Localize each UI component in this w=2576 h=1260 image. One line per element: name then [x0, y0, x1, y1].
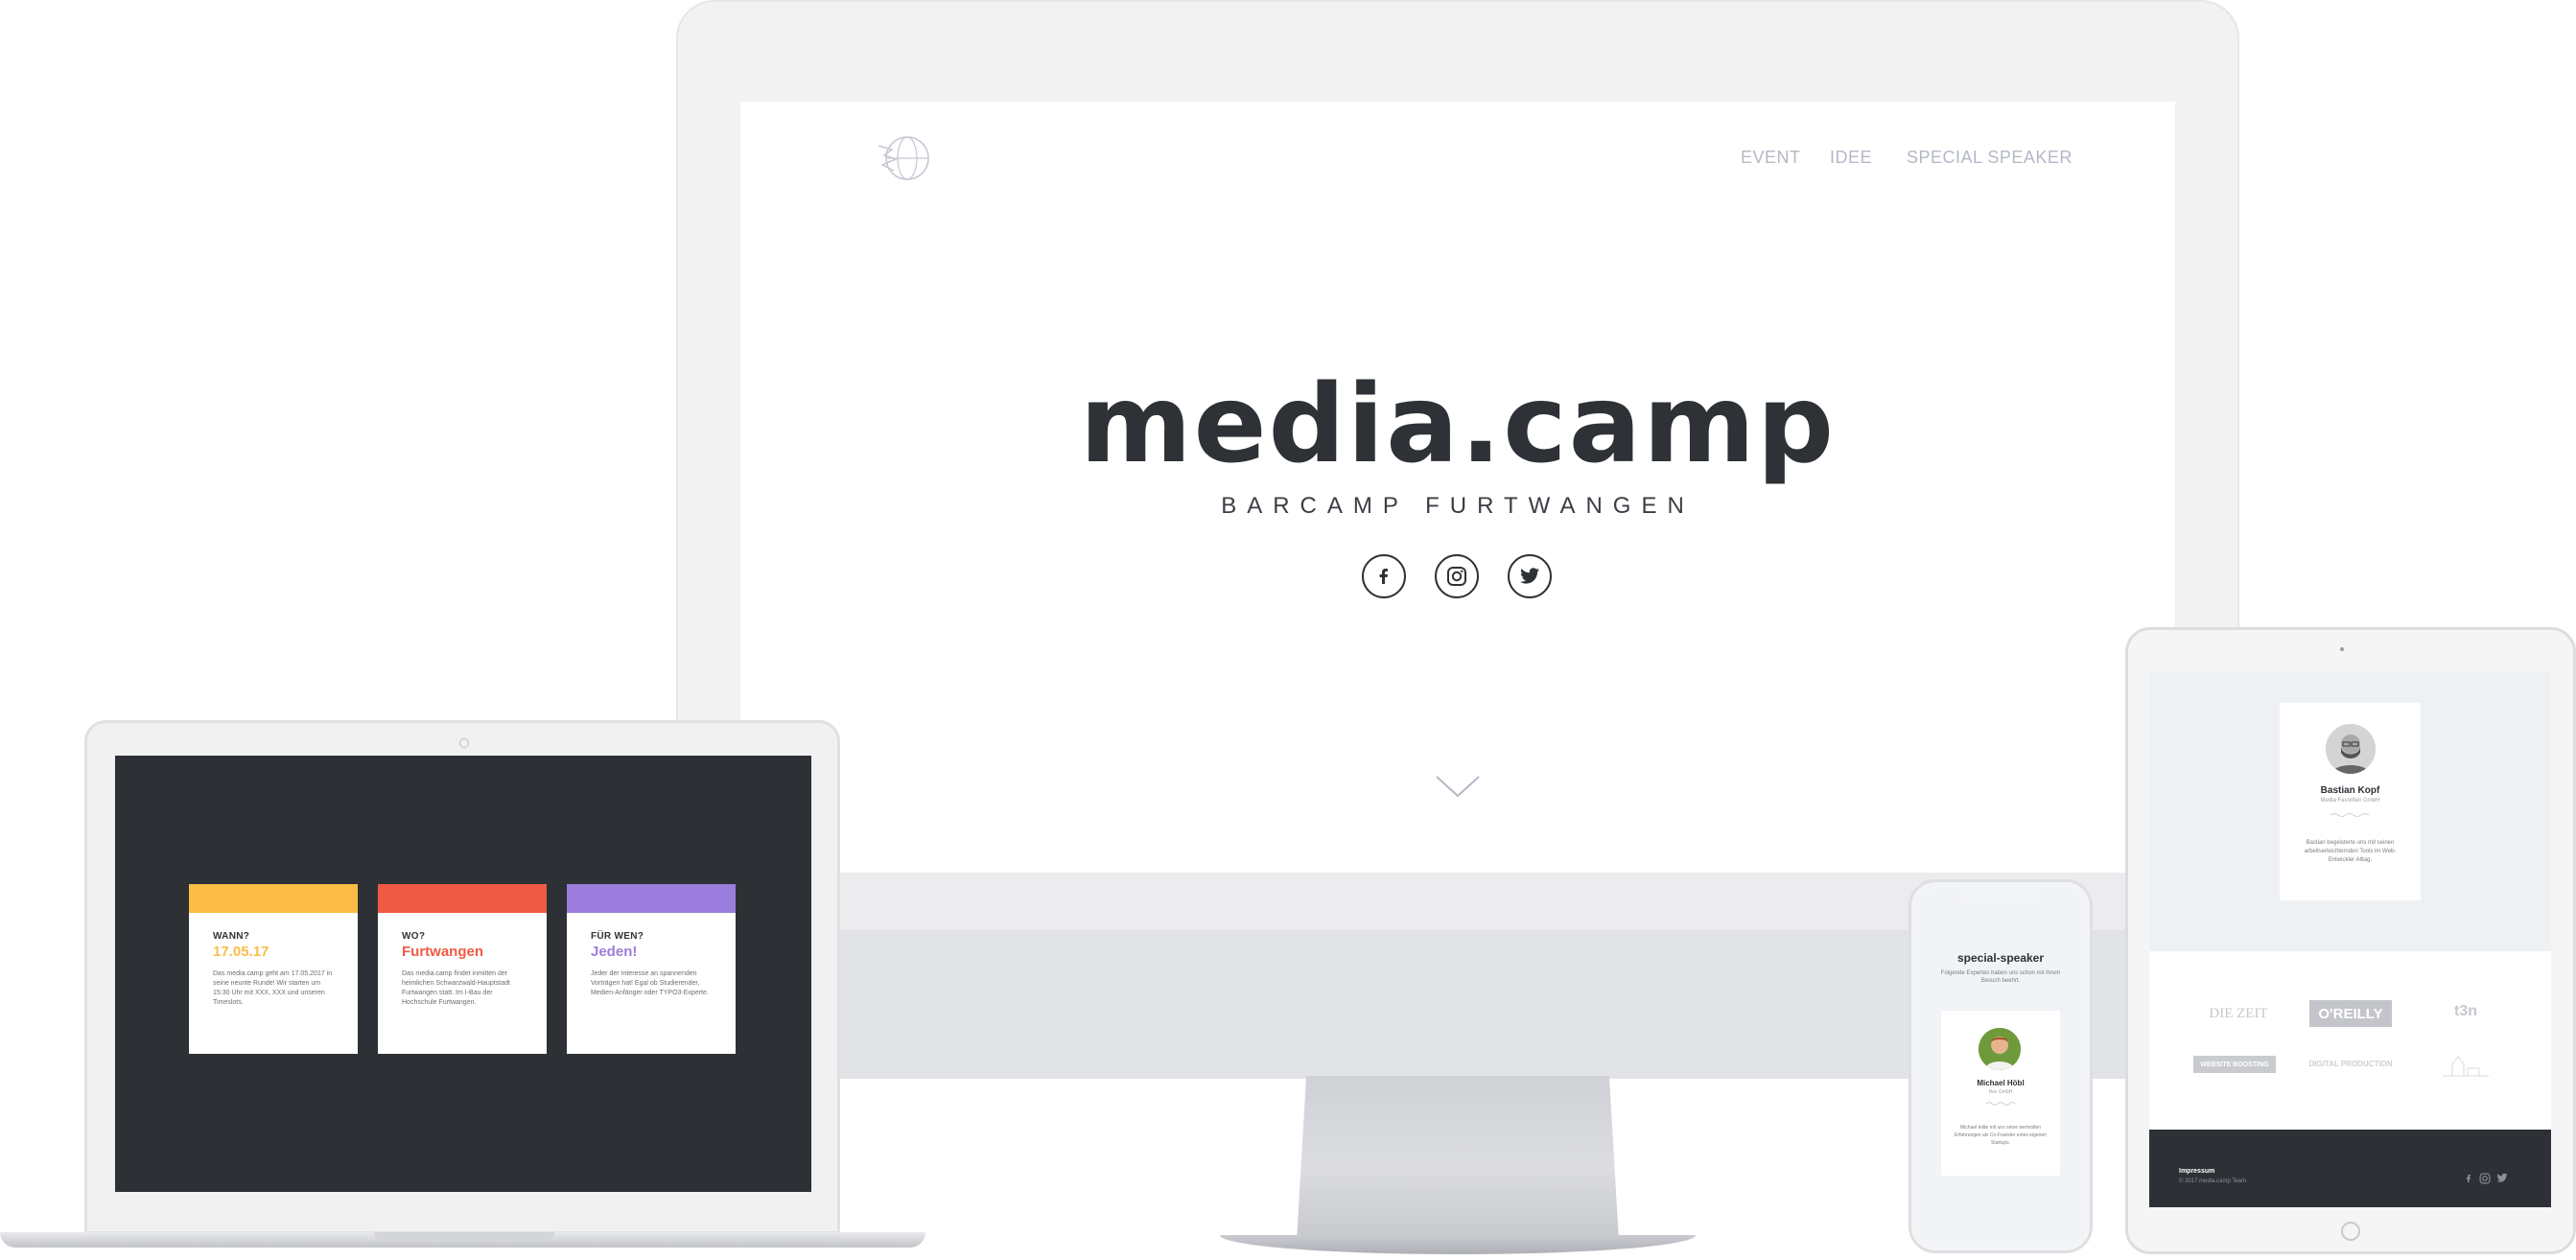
instagram-icon[interactable]: [2479, 1173, 2491, 1184]
wave-divider-icon: [1986, 1102, 2015, 1106]
scroll-down-link[interactable]: [1435, 775, 1481, 798]
tablet-camera: [2340, 647, 2344, 651]
person-photo-icon: [1979, 1028, 2021, 1070]
partner-logo-oreilly[interactable]: O'REILLY: [2309, 1000, 2392, 1027]
phone-notch: [1961, 890, 2040, 903]
speaker-role: Rex GmbH: [1988, 1089, 2013, 1095]
card-value: Jeden!: [591, 944, 638, 960]
nav-special-speaker[interactable]: SPECIAL SPEAKER: [1907, 148, 2073, 168]
speaker-avatar: [1979, 1028, 2021, 1070]
monitor-stand: [1297, 1076, 1619, 1241]
card-color-band: [567, 884, 736, 913]
monitor-stand-foot: [1220, 1235, 1696, 1254]
partner-logo-text: O'REILLY: [2318, 1005, 2383, 1022]
monitor-screen: [740, 102, 2175, 873]
nav-idea[interactable]: IDEE: [1830, 148, 1872, 168]
speaker-bio: Bastian begeisterte uns mit seinen arbei…: [2304, 840, 2397, 863]
facebook-icon: [1379, 569, 1388, 584]
speaker-card[interactable]: Michael Höbl Rex GmbH Michael teilte mit…: [1941, 1011, 2060, 1176]
footer-imprint-link[interactable]: Impressum: [2179, 1168, 2214, 1175]
card-text: Jeder der Interesse an spannenden Vorträ…: [591, 970, 709, 996]
card-label: WANN?: [213, 931, 250, 942]
card-text: Das media.camp geht am 17.05.2017 in sei…: [213, 970, 333, 1006]
card-label: WO?: [402, 931, 426, 942]
twitter-link[interactable]: [1508, 554, 1552, 598]
twitter-icon: [1520, 568, 1539, 584]
speaker-name: Michael Höbl: [1977, 1079, 2025, 1087]
info-card-where: WO? Furtwangen Das media.camp findet inm…: [378, 884, 547, 1054]
phone-section-intro: Folgende Experten haben uns schon mit ih…: [1940, 970, 2061, 984]
partner-logo-website-boosting[interactable]: WEBSITE BOOSTING: [2193, 1056, 2276, 1073]
facebook-link[interactable]: [1362, 554, 1406, 598]
partner-logo-zeit[interactable]: DIE ZEIT: [2190, 1006, 2286, 1022]
site-logo[interactable]: [875, 132, 932, 184]
partner-logo-text: WEBSITE BOOSTING: [2200, 1061, 2269, 1068]
partner-logo-t3n[interactable]: t3n: [2442, 1003, 2490, 1020]
info-card-when: WANN? 17.05.17 Das media.camp geht am 17…: [189, 884, 358, 1054]
card-color-band: [189, 884, 358, 913]
instagram-link[interactable]: [1435, 554, 1479, 598]
laptop-camera: [459, 738, 469, 748]
laptop-notch: [374, 1232, 554, 1240]
footer-copyright: © 2017 media.camp Team: [2179, 1178, 2247, 1184]
speaker-name: Bastian Kopf: [2320, 785, 2380, 796]
partner-logo-digital-production[interactable]: DIGITAL PRODUCTION: [2298, 1060, 2403, 1068]
wave-divider-icon: [2330, 813, 2369, 817]
speaker-role: Media Favoriten GmbH: [2320, 798, 2380, 804]
speaker-card[interactable]: Bastian Kopf Media Favoriten GmbH Bastia…: [2280, 703, 2421, 900]
info-card-for-whom: FÜR WEN? Jeden! Jeder der Interesse an s…: [567, 884, 736, 1054]
twitter-icon[interactable]: [2496, 1173, 2508, 1183]
card-text: Das media.camp findet inmitten der heiml…: [402, 970, 510, 1006]
speaker-bio: Michael teilte mit uns seine wertvollen …: [1955, 1125, 2047, 1146]
footer-social-icons: [2464, 1173, 2508, 1184]
hero-title: media.camp: [1079, 362, 1837, 487]
nav-event[interactable]: EVENT: [1741, 148, 1801, 168]
chevron-down-icon: [1436, 776, 1480, 798]
speaker-avatar: [2326, 724, 2376, 774]
tablet-home-button[interactable]: [2341, 1222, 2360, 1241]
tower-logo-icon: [2443, 1056, 2489, 1077]
card-color-band: [378, 884, 547, 913]
facebook-icon[interactable]: [2464, 1173, 2473, 1184]
hero-subtitle: BARCAMP FURTWANGEN: [1221, 493, 1695, 519]
card-label: FÜR WEN?: [591, 931, 644, 942]
instagram-icon: [1447, 567, 1466, 586]
phone-section-title: special-speaker: [1956, 951, 2045, 965]
person-photo-icon: [2326, 724, 2376, 774]
partner-logo-sketch[interactable]: [2439, 1051, 2493, 1078]
globe-logo-icon: [878, 136, 929, 180]
card-value: 17.05.17: [213, 944, 269, 960]
card-value: Furtwangen: [402, 944, 483, 960]
